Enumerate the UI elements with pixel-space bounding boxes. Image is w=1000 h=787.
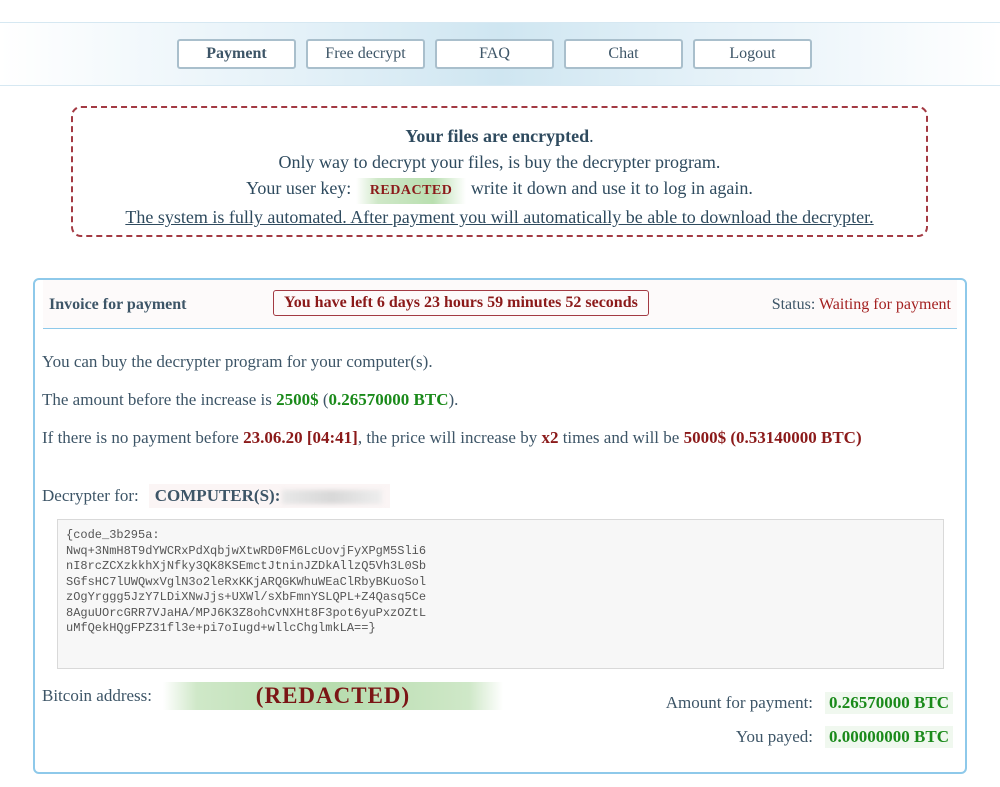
amount-for-payment-value: 0.26570000 BTC xyxy=(825,692,953,714)
bitcoin-address-label: Bitcoin address: xyxy=(42,686,153,705)
invoice-panel: Invoice for payment You have left 6 days… xyxy=(33,278,967,774)
decrypter-for-label: Decrypter for: xyxy=(42,486,139,505)
increased-btc-wrap: (0.53140000 BTC) xyxy=(730,428,862,447)
amount-for-payment-label: Amount for payment: xyxy=(665,693,814,712)
multiplier: x2 xyxy=(541,428,559,447)
notice-heading: Your files are encrypted. xyxy=(73,123,926,149)
computers-label-text: COMPUTER(S): xyxy=(154,486,281,505)
increase-mid-2: times and will be xyxy=(562,428,680,447)
increase-prefix: If there is no payment before xyxy=(42,428,239,447)
you-payed-value: 0.00000000 BTC xyxy=(825,726,953,748)
invoice-header: Invoice for payment You have left 6 days… xyxy=(43,280,957,329)
nav-free-decrypt-button[interactable]: Free decrypt xyxy=(306,39,425,69)
invoice-line-1: You can buy the decrypter program for yo… xyxy=(42,352,433,371)
notice-line-3: Your user key: REDACTED write it down an… xyxy=(73,175,926,204)
you-payed-label: You payed: xyxy=(735,727,814,746)
nav-buttons: Payment Free decrypt FAQ Chat Logout xyxy=(177,39,812,69)
decrypter-code-box[interactable]: {code_3b295a: Nwq+3NmH8T9dYWCRxPdXqbjwXt… xyxy=(57,519,944,669)
increased-usd: 5000$ xyxy=(683,428,727,447)
nav-chat-button[interactable]: Chat xyxy=(564,39,683,69)
user-key-label: Your user key: xyxy=(246,178,352,198)
user-key-suffix: write it down and use it to log in again… xyxy=(470,178,753,198)
notice-heading-bold: Your files are encrypted xyxy=(405,126,590,146)
you-payed-row: You payed: 0.00000000 BTC xyxy=(736,726,953,748)
decrypter-for-row: Decrypter for: COMPUTER(S): xyxy=(42,484,391,508)
status-value: Waiting for payment xyxy=(818,296,951,313)
increase-mid: , the price will increase by xyxy=(357,428,538,447)
user-key-value: REDACTED xyxy=(355,178,467,204)
invoice-title: Invoice for payment xyxy=(49,296,187,313)
computers-label: COMPUTER(S): xyxy=(148,484,391,508)
nav-payment-button[interactable]: Payment xyxy=(177,39,296,69)
bitcoin-address-field[interactable]: (REDACTED) xyxy=(163,682,503,710)
amount-before-label: The amount before the increase is xyxy=(42,390,272,409)
nav-faq-button[interactable]: FAQ xyxy=(435,39,554,69)
deadline: 23.06.20 [04:41] xyxy=(243,428,358,447)
amount-usd: 2500$ xyxy=(276,390,319,409)
top-nav-bar: Payment Free decrypt FAQ Chat Logout xyxy=(0,22,1000,86)
payment-status: Status: Waiting for payment xyxy=(772,296,951,314)
status-label: Status: xyxy=(771,296,816,313)
nav-logout-button[interactable]: Logout xyxy=(693,39,812,69)
encryption-notice: Your files are encrypted. Only way to de… xyxy=(71,106,928,237)
increased-btc: 0.53140000 BTC xyxy=(736,428,856,447)
amount-btc: 0.26570000 BTC xyxy=(328,390,449,409)
bitcoin-address-value: (REDACTED) xyxy=(255,683,411,708)
amount-for-payment-row: Amount for payment: 0.26570000 BTC xyxy=(666,692,953,714)
notice-line-4: The system is fully automated. After pay… xyxy=(125,207,874,227)
invoice-line-3: If there is no payment before 23.06.20 [… xyxy=(42,428,862,448)
computer-name-blurred xyxy=(282,490,383,505)
countdown-timer: You have left 6 days 23 hours 59 minutes… xyxy=(273,290,649,316)
invoice-line-2: The amount before the increase is 2500$ … xyxy=(42,390,459,409)
notice-line-2: Only way to decrypt your files, is buy t… xyxy=(278,152,721,172)
notice-heading-end: . xyxy=(589,126,594,146)
